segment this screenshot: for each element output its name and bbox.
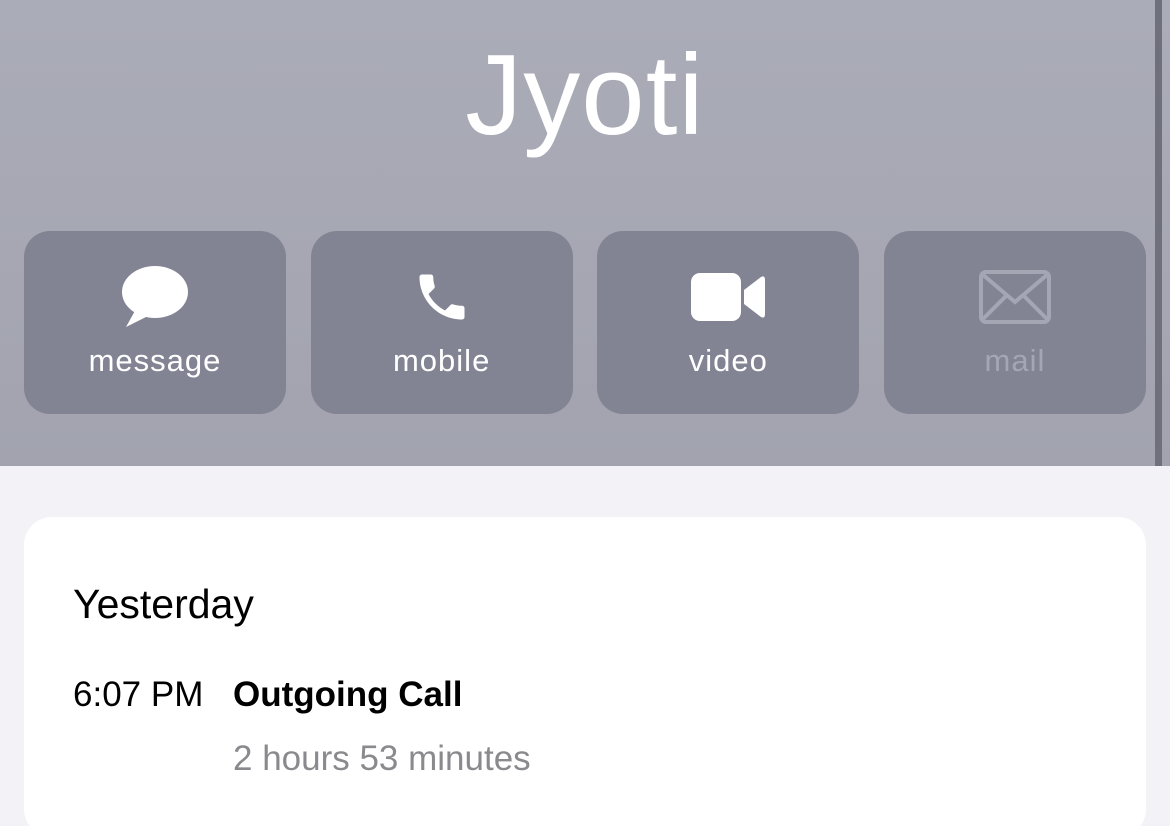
contact-header: Jyoti message mobile video mail bbox=[0, 0, 1170, 466]
contact-name: Jyoti bbox=[465, 32, 705, 159]
mobile-label: mobile bbox=[392, 343, 491, 378]
video-label: video bbox=[688, 343, 768, 378]
contact-screen: Jyoti message mobile video mail Yesterda… bbox=[0, 0, 1170, 826]
call-history-day: Yesterday bbox=[73, 581, 254, 627]
quick-actions-row: message mobile video mail bbox=[24, 231, 1146, 414]
mail-button[interactable]: mail bbox=[883, 231, 1146, 414]
call-history-card: Yesterday 6:07 PM Outgoing Call 2 hours … bbox=[24, 517, 1146, 826]
video-call-button[interactable]: video bbox=[597, 231, 860, 414]
message-button[interactable]: message bbox=[24, 231, 286, 414]
video-camera-icon bbox=[688, 265, 768, 329]
phone-icon bbox=[402, 265, 482, 329]
call-duration: 2 hours 53 minutes bbox=[233, 739, 531, 778]
mail-label: mail bbox=[984, 343, 1046, 378]
mobile-call-button[interactable]: mobile bbox=[310, 231, 573, 414]
message-label: message bbox=[88, 343, 222, 378]
call-time: 6:07 PM bbox=[73, 675, 204, 714]
scrollbar[interactable] bbox=[1155, 0, 1162, 466]
call-type: Outgoing Call bbox=[233, 675, 463, 714]
speech-bubble-icon bbox=[115, 265, 195, 329]
envelope-icon bbox=[975, 265, 1055, 329]
